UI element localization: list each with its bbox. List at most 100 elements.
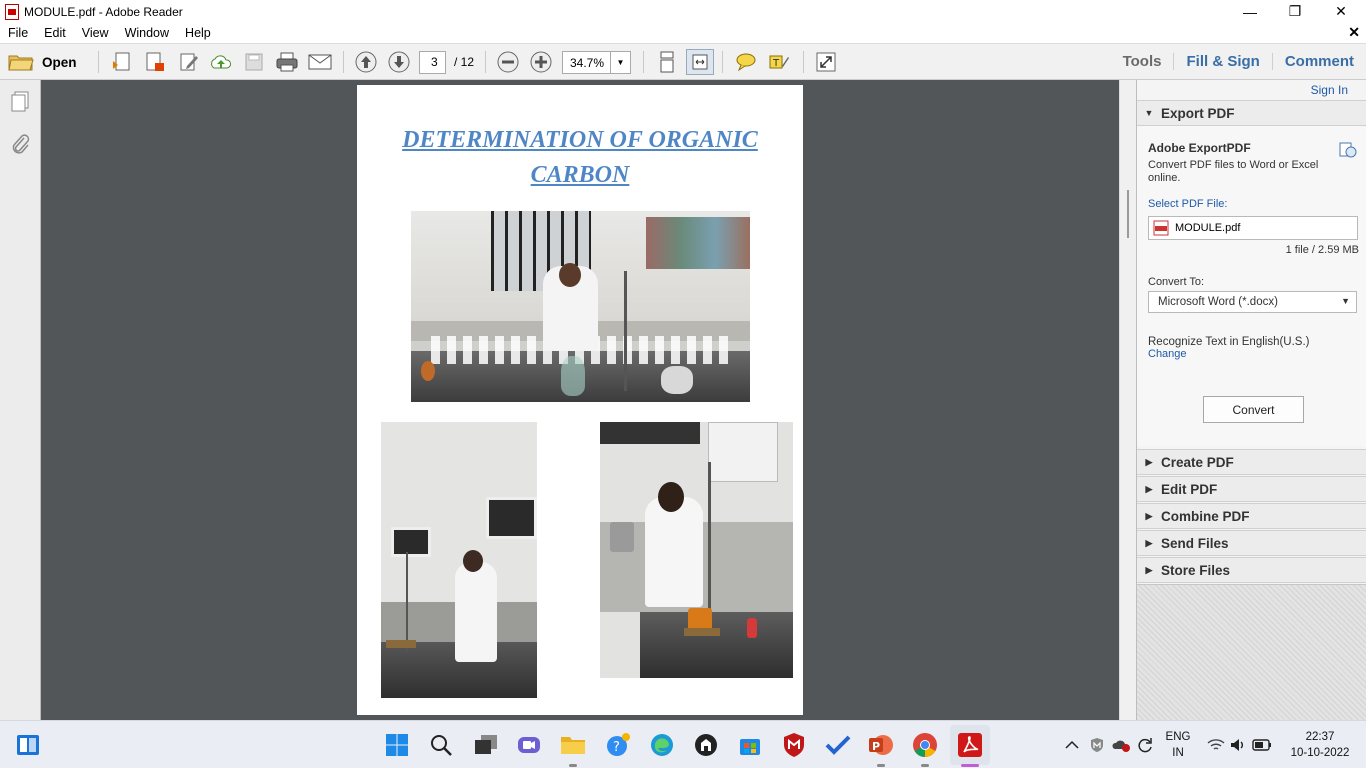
folder-icon [561, 737, 585, 754]
microsoft-store-button[interactable] [736, 731, 764, 759]
menu-help[interactable]: Help [177, 26, 219, 40]
mcafee-tray-button[interactable] [1085, 731, 1109, 759]
search-button[interactable] [427, 731, 455, 759]
running-indicator [569, 764, 577, 767]
combine-pdf-title: Combine PDF [1161, 508, 1250, 524]
tab-tools[interactable]: Tools [1111, 53, 1174, 70]
envelope-icon [308, 54, 332, 70]
full-screen-button[interactable] [812, 49, 840, 75]
todo-button[interactable] [824, 731, 852, 759]
save-button[interactable] [241, 49, 267, 75]
next-page-button[interactable] [385, 49, 413, 75]
change-language-link[interactable]: Change [1148, 348, 1187, 360]
pdf-file-icon [1153, 220, 1169, 236]
taskbar: ? P ENG IN 22:37 10-10-2022 [0, 720, 1366, 768]
language-region[interactable]: IN [1162, 747, 1194, 759]
search-icon [431, 735, 452, 756]
highlight-text-button[interactable]: T [765, 49, 793, 75]
export-pdf-icon [146, 52, 164, 71]
task-view-button[interactable] [472, 731, 500, 759]
upload-button[interactable] [207, 49, 235, 75]
recognize-text-label: Recognize Text in English(U.S.) [1148, 336, 1310, 348]
page-thumbnails-button[interactable] [9, 90, 31, 117]
lab-photo-2 [381, 422, 537, 698]
selected-file-field[interactable]: MODULE.pdf [1148, 216, 1358, 240]
powerpoint-button[interactable]: P [867, 731, 895, 759]
adobe-reader-taskbar-button[interactable] [956, 731, 984, 759]
edge-icon [651, 734, 673, 756]
previous-page-button[interactable] [352, 49, 380, 75]
maximize-button[interactable]: ❐ [1272, 0, 1318, 23]
close-window-button[interactable]: ✕ [1318, 0, 1364, 23]
document-viewer[interactable]: DETERMINATION OF ORGANIC CARBON [41, 80, 1119, 720]
start-button[interactable] [383, 731, 411, 759]
page-number-input[interactable]: 3 [419, 51, 446, 74]
tab-fill-sign[interactable]: Fill & Sign [1173, 52, 1271, 70]
chevron-down-icon[interactable]: ▼ [610, 52, 630, 73]
battery-tray-button[interactable] [1250, 731, 1274, 759]
zoom-out-button[interactable] [495, 49, 521, 75]
sign-in-link[interactable]: Sign In [1311, 83, 1348, 97]
language-code[interactable]: ENG [1162, 731, 1194, 743]
teams-chat-button[interactable] [515, 731, 543, 759]
shield-icon [784, 733, 804, 757]
edit-pdf-header[interactable]: ▶ Edit PDF [1137, 476, 1366, 502]
create-pdf-button[interactable] [108, 49, 136, 75]
wifi-tray-button[interactable] [1204, 731, 1228, 759]
menu-edit[interactable]: Edit [36, 26, 74, 40]
export-pdf-header[interactable]: ▼ Export PDF [1137, 100, 1366, 126]
send-files-header[interactable]: ▶ Send Files [1137, 530, 1366, 556]
volume-tray-button[interactable] [1226, 731, 1250, 759]
convert-format-select[interactable]: Microsoft Word (*.docx) ▼ [1148, 291, 1357, 313]
menu-view[interactable]: View [74, 26, 117, 40]
clock-date[interactable]: 10-10-2022 [1285, 747, 1355, 759]
export-pdf-button[interactable] [141, 49, 169, 75]
zoom-level-select[interactable]: 34.7% ▼ [562, 51, 631, 74]
create-pdf-title: Create PDF [1161, 454, 1234, 470]
zoom-in-button[interactable] [528, 49, 554, 75]
title-bar: MODULE.pdf - Adobe Reader — ❐ ✕ [0, 0, 1366, 23]
scrolling-mode-button[interactable] [653, 49, 681, 75]
minimize-button[interactable]: — [1227, 0, 1273, 23]
navigation-pane [0, 80, 41, 720]
email-button[interactable] [306, 49, 334, 75]
widgets-button[interactable] [14, 731, 42, 759]
edge-browser-button[interactable] [648, 731, 676, 759]
convert-button[interactable]: Convert [1203, 396, 1304, 423]
paperclip-icon [12, 134, 30, 154]
combine-pdf-header[interactable]: ▶ Combine PDF [1137, 503, 1366, 529]
triangle-right-icon: ▶ [1145, 456, 1153, 467]
panel-empty-area [1137, 584, 1366, 720]
chevron-down-icon: ▼ [1341, 296, 1350, 306]
selected-file-name: MODULE.pdf [1175, 222, 1241, 234]
close-document-button[interactable]: ✕ [1348, 24, 1360, 41]
fit-window-button[interactable] [686, 49, 714, 75]
menu-window[interactable]: Window [117, 26, 177, 40]
chrome-button[interactable] [911, 731, 939, 759]
sticky-note-button[interactable] [732, 49, 760, 75]
onedrive-tray-button[interactable] [1109, 731, 1133, 759]
edit-pdf-button[interactable] [175, 49, 203, 75]
document-scrollbar[interactable] [1119, 80, 1136, 720]
menu-file[interactable]: File [0, 26, 36, 40]
clock-time[interactable]: 22:37 [1285, 731, 1355, 743]
scrollbar-thumb[interactable] [1127, 190, 1129, 238]
attachments-button[interactable] [9, 132, 31, 159]
store-bag-icon [740, 739, 760, 755]
mcafee-button[interactable] [780, 731, 808, 759]
print-button[interactable] [273, 49, 301, 75]
document-convert-icon [1339, 142, 1357, 158]
help-app-button[interactable]: ? [604, 731, 632, 759]
file-explorer-button[interactable] [559, 731, 587, 759]
open-button[interactable]: Open [8, 49, 80, 75]
edit-pdf-title: Edit PDF [1161, 481, 1218, 497]
store-files-header[interactable]: ▶ Store Files [1137, 557, 1366, 583]
sync-tray-button[interactable] [1133, 731, 1157, 759]
chrome-icon [913, 733, 937, 757]
create-pdf-header[interactable]: ▶ Create PDF [1137, 449, 1366, 475]
tab-comment[interactable]: Comment [1271, 52, 1366, 70]
export-info-button[interactable] [1339, 142, 1357, 161]
show-hidden-icons-button[interactable] [1060, 731, 1084, 759]
app-button-generic[interactable] [692, 731, 720, 759]
svg-text:?: ? [613, 740, 620, 755]
